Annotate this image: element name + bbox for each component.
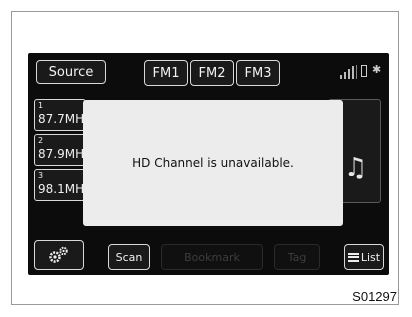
preset-button-1[interactable]: 1 87.7MH [34, 99, 86, 131]
tag-button[interactable]: Tag [274, 244, 320, 270]
preset-number: 3 [38, 171, 44, 180]
figure-caption: S01297 [352, 289, 397, 304]
band-fm2-button[interactable]: FM2 [190, 60, 234, 86]
list-icon [347, 252, 359, 262]
source-button[interactable]: Source [36, 60, 106, 84]
bookmark-button[interactable]: Bookmark [161, 244, 263, 270]
list-button[interactable]: List [344, 244, 384, 270]
preset-number: 1 [38, 101, 44, 110]
popup-message: HD Channel is unavailable. [132, 156, 294, 170]
radio-screen: Source FM1 FM2 FM3 ✱ 1 87.7MH 2 87.9MH 3… [28, 53, 389, 275]
audio-settings-button[interactable] [34, 240, 84, 270]
scan-button[interactable]: Scan [108, 244, 150, 270]
signal-bars-icon [340, 65, 357, 79]
phone-battery-icon [361, 65, 367, 77]
preset-frequency: 87.9MH [38, 147, 85, 161]
preset-button-3[interactable]: 3 98.1MH [34, 169, 86, 201]
popup-dialog: HD Channel is unavailable. [83, 100, 343, 226]
bluetooth-icon: ✱ [372, 63, 382, 76]
preset-frequency: 98.1MH [38, 182, 85, 196]
preset-button-2[interactable]: 2 87.9MH [34, 134, 86, 166]
band-fm1-button[interactable]: FM1 [144, 60, 188, 86]
preset-number: 2 [38, 136, 44, 145]
preset-frequency: 87.7MH [38, 112, 85, 126]
gears-icon [49, 246, 68, 263]
music-note-icon: ♫ [344, 153, 368, 183]
band-fm3-button[interactable]: FM3 [236, 60, 280, 86]
list-label: List [360, 250, 381, 264]
